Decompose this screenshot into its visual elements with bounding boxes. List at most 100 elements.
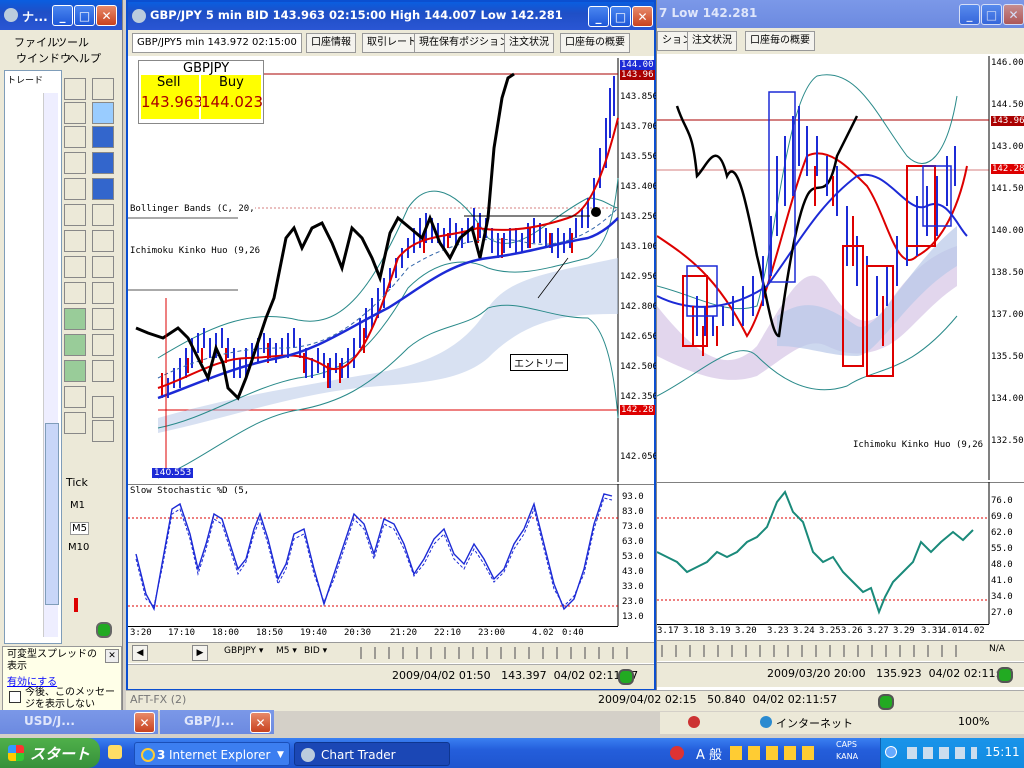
right-titlebar[interactable]: 7 Low 142.281 _ □ ✕ <box>657 0 1024 28</box>
back-window-gbpjpy-close[interactable]: ✕ <box>250 712 271 733</box>
pointer-tool-icon[interactable] <box>64 152 86 174</box>
stochastic-chart[interactable] <box>128 484 654 626</box>
left-window-titlebar[interactable]: ナ... _ □ ✕ <box>0 0 122 30</box>
main-minimize-button[interactable]: _ <box>588 6 609 27</box>
cross-red3-icon[interactable] <box>92 360 114 382</box>
dont-show-checkbox[interactable] <box>9 691 21 703</box>
layout-tool-icon[interactable] <box>92 126 114 148</box>
group-arrow-icon: ▼ <box>277 750 284 760</box>
enable-link[interactable]: 有効にする <box>7 673 57 688</box>
price-type-dropdown[interactable]: BID ▾ <box>304 646 327 656</box>
vline-tool-icon[interactable] <box>64 256 86 278</box>
gann-tool-icon[interactable] <box>64 360 86 382</box>
back-window-usdjpy-close[interactable]: ✕ <box>134 712 155 733</box>
aft-fx-title[interactable]: AFT-FX (2) <box>130 693 186 706</box>
right-close-button[interactable]: ✕ <box>1003 4 1024 25</box>
ime-toolbar-icon[interactable] <box>670 746 684 760</box>
split-tool-icon[interactable] <box>92 152 114 174</box>
fib-tool-icon[interactable] <box>64 308 86 330</box>
tab-positions[interactable]: 現在保有ポジション <box>414 33 514 53</box>
maximize-button[interactable]: □ <box>74 5 95 26</box>
interval-panel: Tick M1 M5 M10 <box>64 468 89 648</box>
taskbar-item-ie[interactable]: 3 Internet Explorer ▼ <box>134 742 290 766</box>
tick-label[interactable]: Tick <box>66 476 88 489</box>
lower-status-text: 2009/04/02 02:15 50.840 04/02 02:11:57 <box>598 693 838 706</box>
menu-help[interactable]: ヘルプ <box>68 50 101 66</box>
right-tab-summary[interactable]: 口座毎の概要 <box>745 31 815 51</box>
back-window-gbpjpy[interactable]: GBP/J... ✕ <box>160 710 274 734</box>
main-close-button[interactable]: ✕ <box>632 6 653 27</box>
main-maximize-button[interactable]: □ <box>610 6 631 27</box>
crosshair-tool-icon[interactable] <box>64 78 86 100</box>
right-stochastic-chart[interactable] <box>657 482 1024 624</box>
line-tool-icon[interactable] <box>64 230 86 252</box>
scroll-left-button[interactable]: ◀ <box>132 645 148 661</box>
vcursor-icon[interactable] <box>92 420 114 442</box>
quick-launch-icon[interactable] <box>108 745 122 759</box>
timeframe-dropdown[interactable]: M5 ▾ <box>276 646 297 656</box>
sell-box[interactable]: Sell 143.963 <box>141 75 203 119</box>
hline-tool-icon[interactable] <box>64 282 86 304</box>
right-chart-tools[interactable] <box>661 645 961 657</box>
scroll-thumb[interactable] <box>45 423 59 605</box>
grid-tool-icon[interactable] <box>64 102 86 124</box>
tile-tool-icon[interactable] <box>92 178 114 200</box>
start-button[interactable]: スタート <box>0 738 100 768</box>
right-price-chart[interactable] <box>657 56 1024 480</box>
cross-red2-icon[interactable] <box>92 334 114 356</box>
tab-chart-active[interactable]: GBP/JPY5 min 143.972 02:15:00 <box>132 33 302 53</box>
interval-m1[interactable]: M1 <box>70 500 85 511</box>
ime-mode[interactable]: A 般 <box>696 744 722 763</box>
scroll-right-button[interactable]: ▶ <box>192 645 208 661</box>
right-y-tick: 137.00 <box>991 310 1024 320</box>
symbol-dropdown[interactable]: GBPJPY ▾ <box>224 646 263 656</box>
tab-account-info[interactable]: 口座情報 <box>306 33 356 53</box>
ime-icons[interactable] <box>730 746 814 760</box>
right-x-tick: 4.02 <box>963 626 985 636</box>
wave-tool-icon[interactable] <box>64 412 86 434</box>
right-x-tick: 3.24 <box>793 626 815 636</box>
angle-tool-icon[interactable] <box>64 386 86 408</box>
copy-tool-icon[interactable] <box>64 178 86 200</box>
pin-tool-icon[interactable] <box>92 78 114 100</box>
tab-rates[interactable]: 取引レート <box>362 33 422 53</box>
main-titlebar[interactable]: GBP/JPY 5 min BID 143.963 02:15:00 High … <box>128 2 654 30</box>
interval-m5[interactable]: M5 <box>70 522 89 535</box>
zoom-text[interactable]: 100% <box>958 715 989 728</box>
zoom-out-icon[interactable] <box>92 282 114 304</box>
cross-red-icon[interactable] <box>92 308 114 330</box>
right-x-tick: 3.26 <box>841 626 863 636</box>
tab-account-summary[interactable]: 口座毎の概要 <box>560 33 630 53</box>
tab-trade[interactable]: トレード <box>7 73 43 86</box>
buy-box[interactable]: Buy 144.023 <box>201 75 263 119</box>
right-tab-orders[interactable]: 注文状況 <box>687 31 737 51</box>
right-x-tick: 3.23 <box>767 626 789 636</box>
minimize-button[interactable]: _ <box>52 5 73 26</box>
symbol-label: GBPJPY <box>183 61 230 76</box>
chart-tools-strip[interactable] <box>360 647 630 659</box>
back-window-usdjpy[interactable]: USD/J... ✕ <box>0 710 158 734</box>
interval-m10[interactable]: M10 <box>68 542 89 553</box>
menu-file[interactable]: ファイル <box>14 34 58 50</box>
left-scrollbar[interactable] <box>43 93 59 637</box>
menu-tools[interactable]: ツール <box>56 34 89 50</box>
arrows-tool-icon[interactable] <box>92 102 114 124</box>
menu-window[interactable]: ウインドウ <box>16 50 71 66</box>
tray-expand-icon[interactable] <box>885 746 897 758</box>
zoom-in-icon[interactable] <box>92 256 114 278</box>
hash-tool-icon[interactable] <box>64 126 86 148</box>
channel-tool-icon[interactable] <box>64 334 86 356</box>
paste-tool-icon[interactable] <box>64 204 86 226</box>
right-na-dropdown[interactable]: N/A <box>989 644 1005 654</box>
right-maximize-button[interactable]: □ <box>981 4 1002 25</box>
notice-close-icon[interactable]: ✕ <box>105 649 119 663</box>
tab-orders[interactable]: 注文状況 <box>504 33 554 53</box>
right-stoch-tick: 55.0 <box>991 544 1013 554</box>
taskbar-item-chart-trader[interactable]: Chart Trader <box>294 742 450 766</box>
cursor-line-icon[interactable] <box>92 396 114 418</box>
tray-icons[interactable] <box>907 747 977 759</box>
window-tool-icon[interactable] <box>92 230 114 252</box>
close-button[interactable]: ✕ <box>96 5 117 26</box>
right-minimize-button[interactable]: _ <box>959 4 980 25</box>
star-tool-icon[interactable] <box>92 204 114 226</box>
